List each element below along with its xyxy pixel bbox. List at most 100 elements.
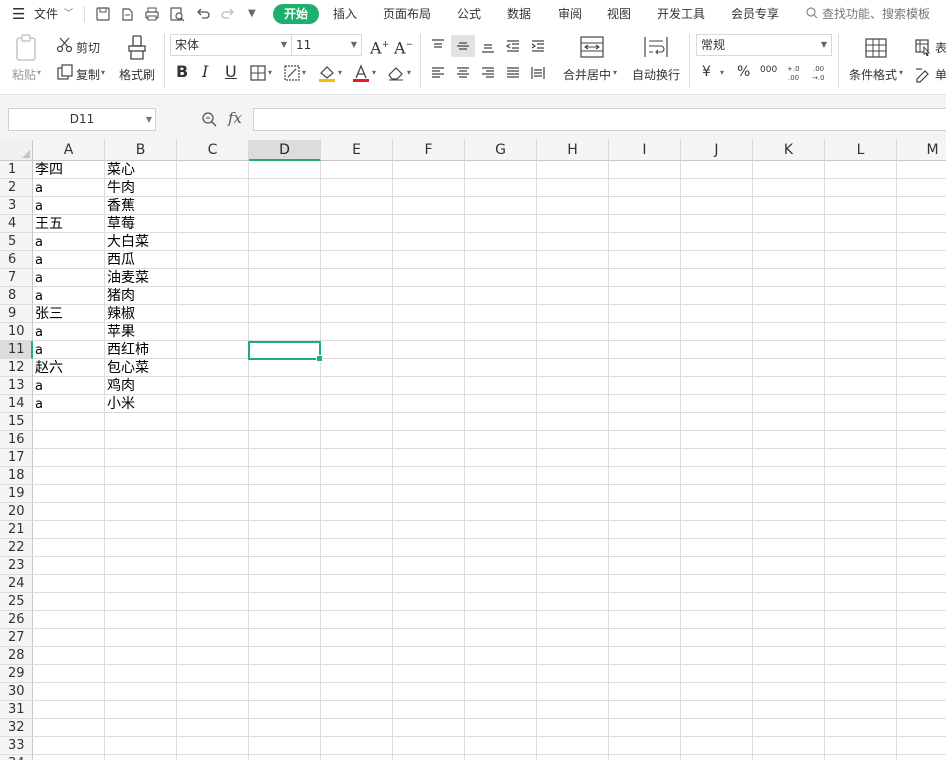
align-middle-icon[interactable] <box>455 38 471 54</box>
row-header-1[interactable]: 1 <box>0 161 33 179</box>
row-header-28[interactable]: 28 <box>0 647 33 665</box>
zoom-function-icon[interactable] <box>201 111 218 128</box>
decrease-decimal-icon[interactable]: .00→.0 <box>810 63 830 83</box>
tab-view[interactable]: 视图 <box>607 0 631 28</box>
cell-a11[interactable]: a <box>33 341 105 359</box>
tab-review[interactable]: 审阅 <box>558 0 582 28</box>
row-header-16[interactable]: 16 <box>0 431 33 449</box>
copy-button[interactable]: 复制 <box>76 66 100 83</box>
border-dropdown-icon[interactable]: ▾ <box>268 68 272 77</box>
row-header-18[interactable]: 18 <box>0 467 33 485</box>
column-header-f[interactable]: F <box>393 140 465 161</box>
output-pdf-icon[interactable] <box>118 5 136 23</box>
row-header-33[interactable]: 33 <box>0 737 33 755</box>
row-header-5[interactable]: 5 <box>0 233 33 251</box>
cell-a3[interactable]: a <box>33 197 105 215</box>
decrease-indent-icon[interactable] <box>505 38 521 54</box>
scissors-icon[interactable] <box>56 36 74 54</box>
conditional-format-button[interactable]: 条件格式 <box>849 66 897 83</box>
font-color-icon[interactable] <box>351 63 371 83</box>
font-size-select[interactable]: 11 ▼ <box>291 34 362 56</box>
undo-icon[interactable] <box>194 5 212 23</box>
diagonal-border-icon[interactable] <box>283 64 301 82</box>
cell-a5[interactable]: a <box>33 233 105 251</box>
cell-a1[interactable]: 李四 <box>33 161 105 179</box>
tab-developer[interactable]: 开发工具 <box>657 0 705 28</box>
thousands-separator-icon[interactable]: 000 <box>760 61 777 79</box>
select-all-corner[interactable] <box>0 140 33 161</box>
justify-icon[interactable] <box>505 65 521 81</box>
spreadsheet-grid[interactable]: A B C D E F G H I J K L M 1 2 3 4 5 6 7 8 9 10 11 12 13 14 15 16 17 18… <box>0 140 946 760</box>
row-header-4[interactable]: 4 <box>0 215 33 233</box>
row-header-15[interactable]: 15 <box>0 413 33 431</box>
cell-b4[interactable]: 草莓 <box>105 215 177 233</box>
align-center-icon[interactable] <box>455 65 471 81</box>
copy-dropdown-icon[interactable]: ▾ <box>101 68 105 77</box>
cell-a14[interactable]: a <box>33 395 105 413</box>
cell-a13[interactable]: a <box>33 377 105 395</box>
row-header-13[interactable]: 13 <box>0 377 33 395</box>
row-header-3[interactable]: 3 <box>0 197 33 215</box>
cell-a4[interactable]: 王五 <box>33 215 105 233</box>
align-top-icon[interactable] <box>430 38 446 54</box>
row-header-2[interactable]: 2 <box>0 179 33 197</box>
file-menu[interactable]: 文件 <box>34 0 58 28</box>
column-header-a[interactable]: A <box>33 140 105 161</box>
column-header-m[interactable]: M <box>897 140 946 161</box>
cell-style-button[interactable]: 单 <box>935 66 946 83</box>
name-box-dropdown-icon[interactable]: ▼ <box>146 109 152 130</box>
cell-a7[interactable]: a <box>33 269 105 287</box>
row-header-19[interactable]: 19 <box>0 485 33 503</box>
conditional-format-icon[interactable] <box>864 37 888 59</box>
cell-a10[interactable]: a <box>33 323 105 341</box>
cell-b6[interactable]: 西瓜 <box>105 251 177 269</box>
clear-dropdown-icon[interactable]: ▾ <box>407 68 411 77</box>
merge-center-button[interactable]: 合并居中 <box>563 66 611 83</box>
search-icon[interactable] <box>805 6 819 20</box>
hamburger-menu-icon[interactable]: ☰ <box>12 0 25 28</box>
column-header-h[interactable]: H <box>537 140 609 161</box>
increase-font-icon[interactable]: A+ <box>370 36 389 57</box>
cell-a6[interactable]: a <box>33 251 105 269</box>
row-header-11[interactable]: 11 <box>0 341 33 359</box>
increase-decimal-icon[interactable]: +.0.00 <box>785 63 805 83</box>
row-header-30[interactable]: 30 <box>0 683 33 701</box>
cell-b1[interactable]: 菜心 <box>105 161 177 179</box>
row-header-9[interactable]: 9 <box>0 305 33 323</box>
fill-color-dropdown-icon[interactable]: ▾ <box>338 68 342 77</box>
row-header-31[interactable]: 31 <box>0 701 33 719</box>
row-header-27[interactable]: 27 <box>0 629 33 647</box>
chevron-down-icon[interactable]: ﹀ <box>64 0 73 28</box>
row-header-29[interactable]: 29 <box>0 665 33 683</box>
row-header-6[interactable]: 6 <box>0 251 33 269</box>
distributed-align-icon[interactable] <box>530 65 546 81</box>
currency-dropdown-icon[interactable]: ▾ <box>720 68 724 77</box>
quick-access-dropdown-icon[interactable]: ▼ <box>248 0 256 28</box>
cell-b12[interactable]: 包心菜 <box>105 359 177 377</box>
tab-data[interactable]: 数据 <box>507 0 531 28</box>
cell-b14[interactable]: 小米 <box>105 395 177 413</box>
column-header-d[interactable]: D <box>249 140 321 161</box>
font-color-dropdown-icon[interactable]: ▾ <box>372 68 376 77</box>
search-input[interactable]: 查找功能、搜索模板 <box>822 0 930 28</box>
paste-icon[interactable] <box>14 34 40 62</box>
column-header-l[interactable]: L <box>825 140 897 161</box>
row-header-22[interactable]: 22 <box>0 539 33 557</box>
cut-button[interactable]: 剪切 <box>76 39 100 56</box>
cell-b13[interactable]: 鸡肉 <box>105 377 177 395</box>
cell-b7[interactable]: 油麦菜 <box>105 269 177 287</box>
eraser-icon[interactable] <box>386 64 406 82</box>
cell-a9[interactable]: 张三 <box>33 305 105 323</box>
percent-icon[interactable]: % <box>737 63 750 81</box>
table-style-button[interactable]: 表 <box>935 39 946 56</box>
cell-b8[interactable]: 猪肉 <box>105 287 177 305</box>
copy-icon[interactable] <box>56 63 74 81</box>
row-header-12[interactable]: 12 <box>0 359 33 377</box>
wrap-text-button[interactable]: 自动换行 <box>632 66 680 83</box>
bold-icon[interactable]: B <box>176 63 188 81</box>
row-header-14[interactable]: 14 <box>0 395 33 413</box>
column-header-k[interactable]: K <box>753 140 825 161</box>
cell-b3[interactable]: 香蕉 <box>105 197 177 215</box>
table-style-icon[interactable] <box>914 38 932 56</box>
tab-home[interactable]: 开始 <box>273 4 320 24</box>
